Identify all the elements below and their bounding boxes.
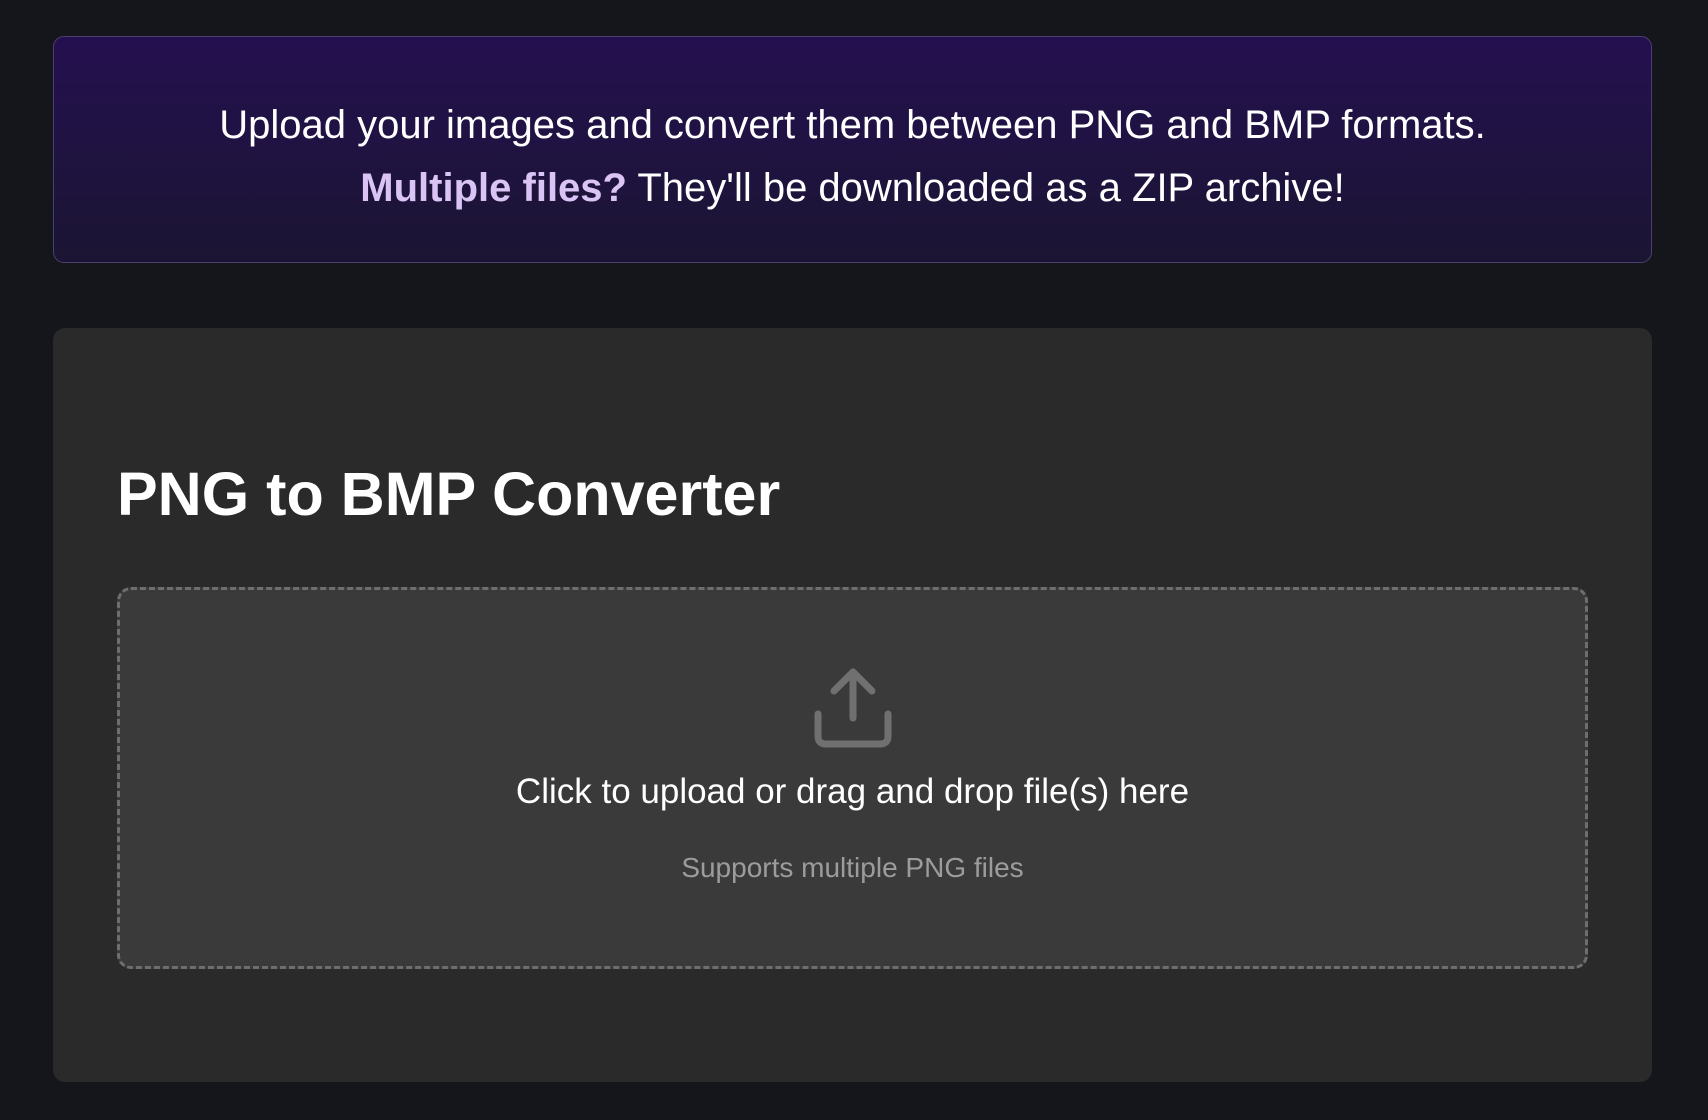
upload-icon	[814, 668, 892, 748]
dropzone-hint: Supports multiple PNG files	[681, 852, 1024, 883]
info-banner: Upload your images and convert them betw…	[53, 36, 1652, 263]
banner-emphasis: Multiple files?	[360, 166, 627, 210]
dropzone-instruction: Click to upload or drag and drop file(s)…	[515, 772, 1190, 811]
banner-multiple-files-note: Multiple files? They'll be downloaded as…	[54, 160, 1651, 216]
banner-description: Upload your images and convert them betw…	[219, 103, 1486, 147]
page-title: PNG to BMP Converter	[117, 460, 781, 528]
file-dropzone[interactable]: Click to upload or drag and drop file(s)…	[117, 587, 1588, 969]
converter-card: PNG to BMP Converter Click to upload or …	[53, 328, 1652, 1082]
banner-zip-note: They'll be downloaded as a ZIP archive!	[626, 166, 1345, 210]
